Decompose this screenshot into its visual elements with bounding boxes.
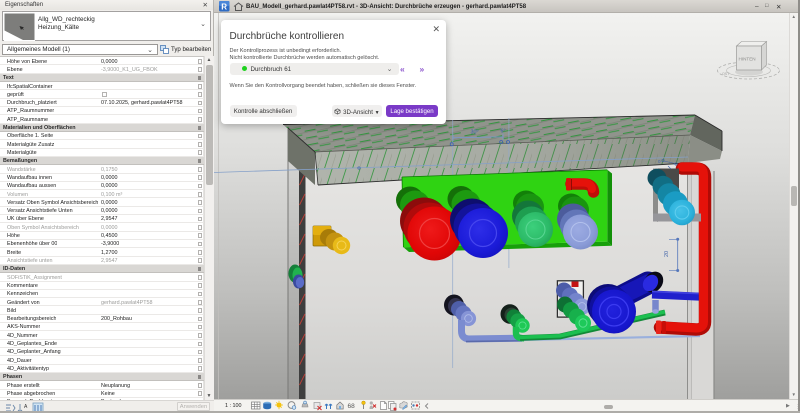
svg-text:30°: 30° [471,130,479,136]
svg-text:R: R [221,3,227,12]
svg-text:OST: OST [722,72,730,76]
svg-text:68: 68 [348,403,356,410]
svg-text:A: A [24,404,28,410]
svg-text:20: 20 [664,251,670,257]
svg-text:HINTEN: HINTEN [739,57,756,62]
